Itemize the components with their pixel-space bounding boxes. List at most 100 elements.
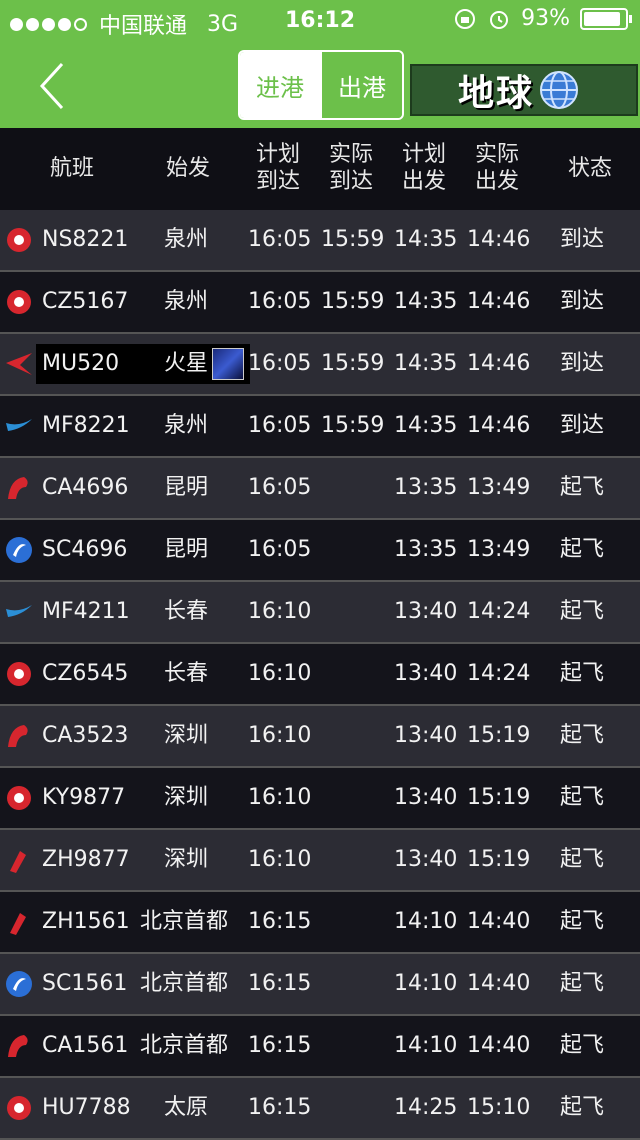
battery-percent: 93% — [521, 6, 570, 31]
tab-departures[interactable]: 出港 — [320, 52, 402, 118]
header-act-arr: 实际 到达 — [321, 141, 381, 195]
flight-row[interactable]: HU7788 太原 16:15 14:25 15:10 起飞 — [0, 1078, 640, 1140]
flight-row[interactable]: CA1561 北京首都 16:15 14:10 14:40 起飞 — [0, 1016, 640, 1078]
hainan-airlines-logo — [7, 1096, 31, 1120]
cell-sched-dep: 14:35 — [394, 289, 458, 314]
cell-act-dep: 14:24 — [467, 661, 531, 686]
flight-row[interactable]: ZH1561 北京首都 16:15 14:10 14:40 起飞 — [0, 892, 640, 954]
cell-act-dep: 13:49 — [467, 475, 531, 500]
cell-sched-dep: 13:35 — [394, 475, 458, 500]
back-chevron-icon[interactable] — [34, 62, 74, 110]
cell-flight: CZ6545 — [42, 661, 129, 686]
header-act-arr-line2: 到达 — [328, 169, 373, 194]
table-header: 航班 始发 计划 到达 实际 到达 计划 出发 实际 出发 状态 — [0, 128, 640, 210]
cell-status: 起飞 — [560, 971, 605, 996]
cell-act-dep: 13:49 — [467, 537, 531, 562]
cell-status: 起飞 — [560, 847, 605, 872]
cell-act-dep: 14:46 — [467, 413, 531, 438]
cell-act-dep: 14:24 — [467, 599, 531, 624]
flight-row[interactable]: NS8221 泉州 16:05 15:59 14:35 14:46 到达 — [0, 210, 640, 272]
flight-row[interactable]: SC4696 昆明 16:05 13:35 13:49 起飞 — [0, 520, 640, 582]
cell-act-dep: 14:46 — [467, 289, 531, 314]
kunming-airlines-logo — [7, 786, 31, 810]
air-china-logo — [8, 1035, 28, 1057]
cell-sched-arr: 16:05 — [248, 537, 312, 562]
cell-status: 起飞 — [560, 1095, 605, 1120]
cell-flight: MU520 — [42, 351, 120, 376]
hebei-airlines-logo — [7, 228, 31, 252]
flight-row[interactable]: SC1561 北京首都 16:15 14:10 14:40 起飞 — [0, 954, 640, 1016]
cell-origin: 火星 — [164, 351, 209, 376]
cell-act-arr: 15:59 — [321, 227, 385, 252]
cell-sched-dep: 13:40 — [394, 847, 458, 872]
header-sched-dep: 计划 出发 — [394, 141, 454, 195]
china-eastern-logo — [6, 353, 32, 375]
cell-origin: 泉州 — [164, 227, 209, 252]
cell-flight: SC4696 — [42, 537, 128, 562]
status-right: 93% — [453, 6, 632, 31]
air-china-logo — [8, 725, 28, 747]
header-act-dep-line2: 出发 — [474, 169, 519, 194]
cell-status: 到达 — [560, 413, 605, 438]
flight-row[interactable]: CZ5167 泉州 16:05 15:59 14:35 14:46 到达 — [0, 272, 640, 334]
flight-row[interactable]: MF4211 长春 16:10 13:40 14:24 起飞 — [0, 582, 640, 644]
rotation-lock-icon — [455, 8, 476, 29]
cell-sched-arr: 16:10 — [248, 661, 312, 686]
cell-sched-dep: 14:35 — [394, 351, 458, 376]
cell-flight: MF4211 — [42, 599, 130, 624]
cell-sched-arr: 16:10 — [248, 785, 312, 810]
cell-act-dep: 14:46 — [467, 351, 531, 376]
cell-origin: 泉州 — [164, 413, 209, 438]
flight-row[interactable]: CZ6545 长春 16:10 13:40 14:24 起飞 — [0, 644, 640, 706]
cell-flight: HU7788 — [42, 1095, 131, 1120]
cell-sched-dep: 14:35 — [394, 227, 458, 252]
header-flight: 航班 — [49, 156, 94, 181]
cell-sched-dep: 14:10 — [394, 971, 458, 996]
header-origin: 始发 — [165, 156, 210, 181]
shenzhen-airlines-logo — [10, 913, 26, 935]
cell-origin: 长春 — [164, 599, 209, 624]
china-southern-logo — [7, 290, 31, 314]
shenzhen-airlines-logo — [10, 851, 26, 873]
cell-sched-arr: 16:05 — [248, 227, 312, 252]
cell-sched-arr: 16:05 — [248, 289, 312, 314]
cell-sched-dep: 14:25 — [394, 1095, 458, 1120]
earth-badge: 地球 — [410, 64, 638, 116]
header-sched-dep-line1: 计划 — [401, 142, 446, 167]
cell-sched-arr: 16:05 — [248, 413, 312, 438]
header-act-arr-line1: 实际 — [328, 142, 373, 167]
flight-row[interactable]: MU520 火星 16:05 15:59 14:35 14:46 到达 — [0, 334, 640, 396]
cell-status: 到达 — [560, 289, 605, 314]
cell-act-dep: 14:46 — [467, 227, 531, 252]
cell-status: 到达 — [560, 351, 605, 376]
flight-row[interactable]: CA4696 昆明 16:05 13:35 13:49 起飞 — [0, 458, 640, 520]
cell-act-dep: 15:19 — [467, 785, 531, 810]
cell-sched-dep: 14:10 — [394, 1033, 458, 1058]
cell-origin: 北京首都 — [140, 971, 229, 996]
shandong-airlines-logo — [6, 537, 32, 563]
header-sched-arr-line2: 到达 — [255, 169, 300, 194]
cell-sched-arr: 16:10 — [248, 723, 312, 748]
cell-status: 起飞 — [560, 537, 605, 562]
cell-status: 起飞 — [560, 909, 605, 934]
xiamen-airlines-logo — [6, 605, 32, 617]
header-sched-dep-line2: 出发 — [401, 169, 446, 194]
cell-status: 起飞 — [560, 599, 605, 624]
cell-sched-arr: 16:05 — [248, 351, 312, 376]
cell-origin: 昆明 — [164, 537, 209, 562]
flight-row[interactable]: MF8221 泉州 16:05 15:59 14:35 14:46 到达 — [0, 396, 640, 458]
cell-act-dep: 15:10 — [467, 1095, 531, 1120]
alarm-icon — [490, 10, 509, 29]
flight-row[interactable]: KY9877 深圳 16:10 13:40 15:19 起飞 — [0, 768, 640, 830]
air-china-logo — [8, 477, 28, 499]
cell-status: 到达 — [560, 227, 605, 252]
cell-flight: NS8221 — [42, 227, 129, 252]
cell-sched-dep: 13:40 — [394, 599, 458, 624]
cell-sched-dep: 13:40 — [394, 723, 458, 748]
header-act-dep-line1: 实际 — [474, 142, 519, 167]
flight-row[interactable]: ZH9877 深圳 16:10 13:40 15:19 起飞 — [0, 830, 640, 892]
cell-origin: 深圳 — [164, 785, 209, 810]
tab-arrivals[interactable]: 进港 — [240, 52, 320, 118]
flight-row[interactable]: CA3523 深圳 16:10 13:40 15:19 起飞 — [0, 706, 640, 768]
cell-flight: KY9877 — [42, 785, 126, 810]
